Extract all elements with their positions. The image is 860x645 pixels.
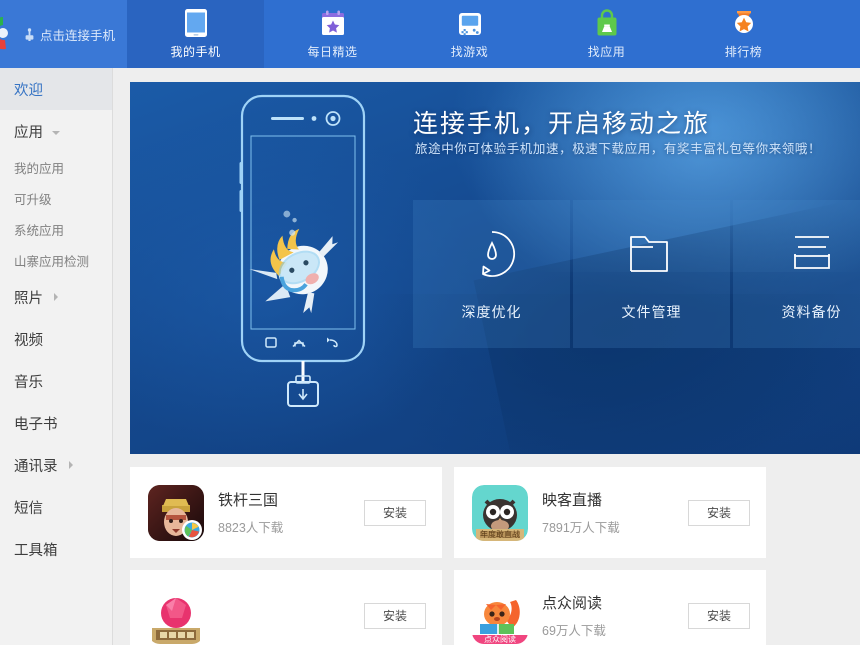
app-meta: 点众阅读 69万人下载: [542, 592, 688, 639]
tab-ranking-label: 排行榜: [724, 45, 763, 59]
feature-card-deep-optimize[interactable]: 深度优化: [413, 200, 570, 348]
phone-outline-with-diver-mascot-icon: [210, 90, 395, 420]
connect-phone-button[interactable]: 点击连接手机: [24, 25, 115, 44]
sidebar-item-label: 工具箱: [14, 542, 58, 559]
svg-text:年度敢直战: 年度敢直战: [480, 529, 520, 539]
gauge-icon: [465, 227, 519, 286]
sidebar-item-system-apps[interactable]: 系统应用: [0, 214, 112, 245]
app-meta: 映客直播 7891万人下载: [542, 489, 688, 536]
pink-gem-icon: [148, 587, 204, 644]
sidebar-item-music[interactable]: 音乐: [0, 360, 112, 402]
tab-find-apps-label: 找应用: [587, 45, 626, 59]
main-content: 连接手机，开启移动之旅 旅途中你可体验手机加速，极速下载应用，有奖丰富礼包等你来…: [113, 68, 860, 645]
sidebar-item-label: 欢迎: [14, 82, 43, 99]
calendar-star-icon: [320, 8, 346, 38]
nav-tabs: 我的手机 每日精选 找游戏 找应用 排行榜: [127, 0, 860, 68]
backup-stack-icon: [785, 227, 839, 286]
app-name: 点众阅读: [542, 595, 603, 612]
app-card[interactable]: 安装: [130, 570, 442, 645]
install-button[interactable]: 安装: [688, 602, 750, 629]
tab-daily-picks[interactable]: 每日精选: [264, 0, 401, 68]
hero-subtitle: 旅途中你可体验手机加速，极速下载应用，有奖丰富礼包等你来领哦！: [415, 142, 822, 156]
tab-find-games-label: 找游戏: [450, 45, 489, 59]
usb-plug-icon: [24, 27, 35, 41]
sidebar-item-label: 可升级: [14, 193, 52, 207]
app-card[interactable]: 点众阅读 点众阅读 69万人下载 安装: [454, 570, 766, 645]
sidebar-item-photos[interactable]: 照片: [0, 276, 112, 318]
svg-text:点众阅读: 点众阅读: [484, 634, 516, 644]
sidebar-item-label: 应用: [14, 124, 43, 141]
app-meta: 铁杆三国 8823人下载: [218, 489, 364, 536]
install-button[interactable]: 安装: [364, 499, 426, 526]
sidebar-item-upgradable[interactable]: 可升级: [0, 183, 112, 214]
app-name: 映客直播: [542, 492, 603, 509]
sidebar-item-apps[interactable]: 应用: [0, 110, 112, 152]
sidebar-item-ebooks[interactable]: 电子书: [0, 402, 112, 444]
sidebar-item-label: 照片: [14, 290, 43, 307]
feature-card-label: 文件管理: [621, 303, 682, 320]
feature-card-label: 深度优化: [461, 303, 522, 320]
feature-card-file-manager[interactable]: 文件管理: [573, 200, 730, 348]
shopping-bag-icon: [594, 8, 620, 38]
feature-card-data-backup[interactable]: 资料备份: [733, 200, 860, 348]
sidebar-item-videos[interactable]: 视频: [0, 318, 112, 360]
app-download-count: 7891万人下载: [542, 521, 620, 535]
tab-find-games[interactable]: 找游戏: [401, 0, 538, 68]
sidebar-item-toolbox[interactable]: 工具箱: [0, 528, 112, 570]
sidebar-item-label: 短信: [14, 500, 43, 517]
medal-star-icon: [731, 8, 757, 38]
recommended-apps-grid: 铁杆三国 8823人下载 安装 年度敢直战 映客直播 7891万人下载 安装 安…: [130, 467, 860, 645]
tab-my-phone-label: 我的手机: [170, 45, 221, 59]
squirrel-reading-icon: 点众阅读: [472, 587, 528, 644]
brand-area: 点击连接手机: [0, 0, 127, 68]
app-name: 铁杆三国: [218, 492, 279, 509]
chevron-down-icon: [52, 130, 60, 135]
hero-banner[interactable]: 连接手机，开启移动之旅 旅途中你可体验手机加速，极速下载应用，有奖丰富礼包等你来…: [130, 82, 860, 454]
app-download-count: 8823人下载: [218, 521, 284, 535]
sidebar-item-label: 视频: [14, 332, 43, 349]
sidebar-item-fake-app-detection[interactable]: 山寨应用检测: [0, 245, 112, 276]
top-header: 点击连接手机 我的手机 每日精选 找游戏 找应用 排行榜: [0, 0, 860, 68]
install-button[interactable]: 安装: [364, 602, 426, 629]
hero-title: 连接手机，开启移动之旅: [413, 110, 711, 138]
sidebar-item-label: 山寨应用检测: [14, 255, 90, 269]
sidebar-item-label: 我的应用: [14, 162, 65, 176]
tab-ranking[interactable]: 排行榜: [675, 0, 812, 68]
sidebar-item-label: 音乐: [14, 374, 43, 391]
tab-my-phone[interactable]: 我的手机: [127, 0, 264, 68]
app-card[interactable]: 铁杆三国 8823人下载 安装: [130, 467, 442, 558]
connect-phone-label: 点击连接手机: [40, 28, 116, 43]
tab-find-apps[interactable]: 找应用: [538, 0, 675, 68]
gamepad-icon: [456, 8, 484, 38]
feature-card-label: 资料备份: [781, 303, 842, 320]
sidebar: 欢迎 应用 我的应用 可升级 系统应用 山寨应用检测 照片 视频 音乐 电子书 …: [0, 68, 113, 645]
sidebar-item-label: 系统应用: [14, 224, 65, 238]
phone-icon: [184, 8, 208, 38]
owl-live-icon: 年度敢直战: [472, 484, 528, 541]
sidebar-item-label: 通讯录: [14, 458, 58, 475]
sidebar-item-contacts[interactable]: 通讯录: [0, 444, 112, 486]
warrior-game-icon: [148, 484, 204, 541]
tab-daily-picks-label: 每日精选: [307, 45, 358, 59]
app-meta: [218, 612, 364, 619]
chevron-right-icon: [54, 293, 58, 301]
app-download-count: 69万人下载: [542, 624, 606, 638]
sidebar-item-my-apps[interactable]: 我的应用: [0, 152, 112, 183]
sidebar-item-label: 电子书: [14, 416, 58, 433]
sidebar-item-sms[interactable]: 短信: [0, 486, 112, 528]
install-button[interactable]: 安装: [688, 499, 750, 526]
assistant-logo-icon: [0, 14, 22, 52]
sidebar-item-welcome[interactable]: 欢迎: [0, 68, 112, 110]
folder-icon: [625, 227, 679, 286]
app-card[interactable]: 年度敢直战 映客直播 7891万人下载 安装: [454, 467, 766, 558]
hero-feature-row: 深度优化 文件管理 资料备份: [413, 200, 860, 348]
chevron-right-icon: [68, 461, 73, 469]
